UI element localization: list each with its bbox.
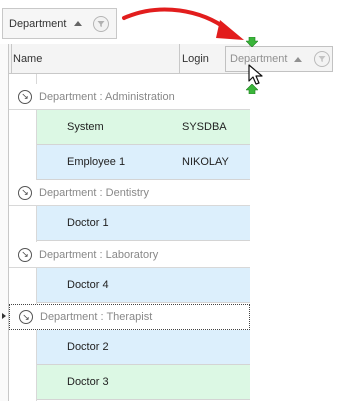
column-header-name[interactable]: Name bbox=[12, 44, 180, 74]
table-row[interactable]: System SYSDBA bbox=[37, 110, 250, 145]
table-row[interactable]: Doctor 3 bbox=[37, 365, 250, 400]
cell-name: Doctor 1 bbox=[67, 217, 109, 229]
filter-icon bbox=[314, 51, 331, 67]
collapse-icon[interactable]: ↘ bbox=[18, 89, 32, 104]
group-row[interactable]: ↘ Department : Laboratory bbox=[9, 242, 250, 268]
cell-name: Employee 1 bbox=[67, 156, 126, 168]
row-indicator-gutter bbox=[0, 44, 9, 401]
cell-name: Doctor 2 bbox=[67, 341, 109, 353]
column-header-login-label: Login bbox=[182, 52, 209, 65]
cell-name: System bbox=[67, 121, 104, 133]
focused-row-indicator-icon bbox=[2, 313, 6, 319]
group-row[interactable]: ↘ Department : Dentistry bbox=[9, 180, 250, 206]
table-row[interactable]: Doctor 4 bbox=[37, 268, 250, 303]
group-row-label: Department : Dentistry bbox=[39, 186, 150, 199]
cell-login: SYSDBA bbox=[182, 121, 227, 133]
group-indent-area bbox=[9, 74, 37, 401]
group-chip-department[interactable]: Department bbox=[2, 8, 117, 39]
cell-name: Doctor 4 bbox=[67, 279, 109, 291]
column-header-name-label: Name bbox=[13, 52, 43, 65]
dragged-column-header[interactable]: Department bbox=[225, 46, 333, 72]
filter-icon[interactable] bbox=[93, 15, 110, 32]
cell-name: Doctor 3 bbox=[67, 376, 109, 388]
cell-login: NIKOLAY bbox=[182, 156, 229, 168]
collapse-icon[interactable]: ↘ bbox=[18, 185, 32, 200]
mouse-cursor-icon bbox=[248, 64, 263, 85]
collapse-icon[interactable]: ↘ bbox=[19, 310, 33, 324]
group-row[interactable]: ↘ Department : Therapist bbox=[9, 304, 250, 330]
group-row-label: Department : Therapist bbox=[40, 311, 153, 323]
collapse-icon[interactable]: ↘ bbox=[18, 247, 32, 262]
group-row-label: Department : Laboratory bbox=[39, 248, 159, 261]
table-row[interactable]: Employee 1 NIKOLAY bbox=[37, 145, 250, 180]
sort-ascending-icon bbox=[294, 56, 303, 62]
table-row[interactable]: Doctor 2 bbox=[37, 330, 250, 365]
sort-ascending-icon[interactable] bbox=[74, 21, 83, 26]
group-row[interactable]: ↘ Department : Administration bbox=[9, 84, 250, 110]
drag-direction-arrow-icon bbox=[122, 7, 244, 40]
table-row[interactable]: Doctor 1 bbox=[37, 206, 250, 241]
group-chip-label: Department bbox=[9, 17, 67, 30]
group-row-label: Department : Administration bbox=[39, 90, 175, 103]
